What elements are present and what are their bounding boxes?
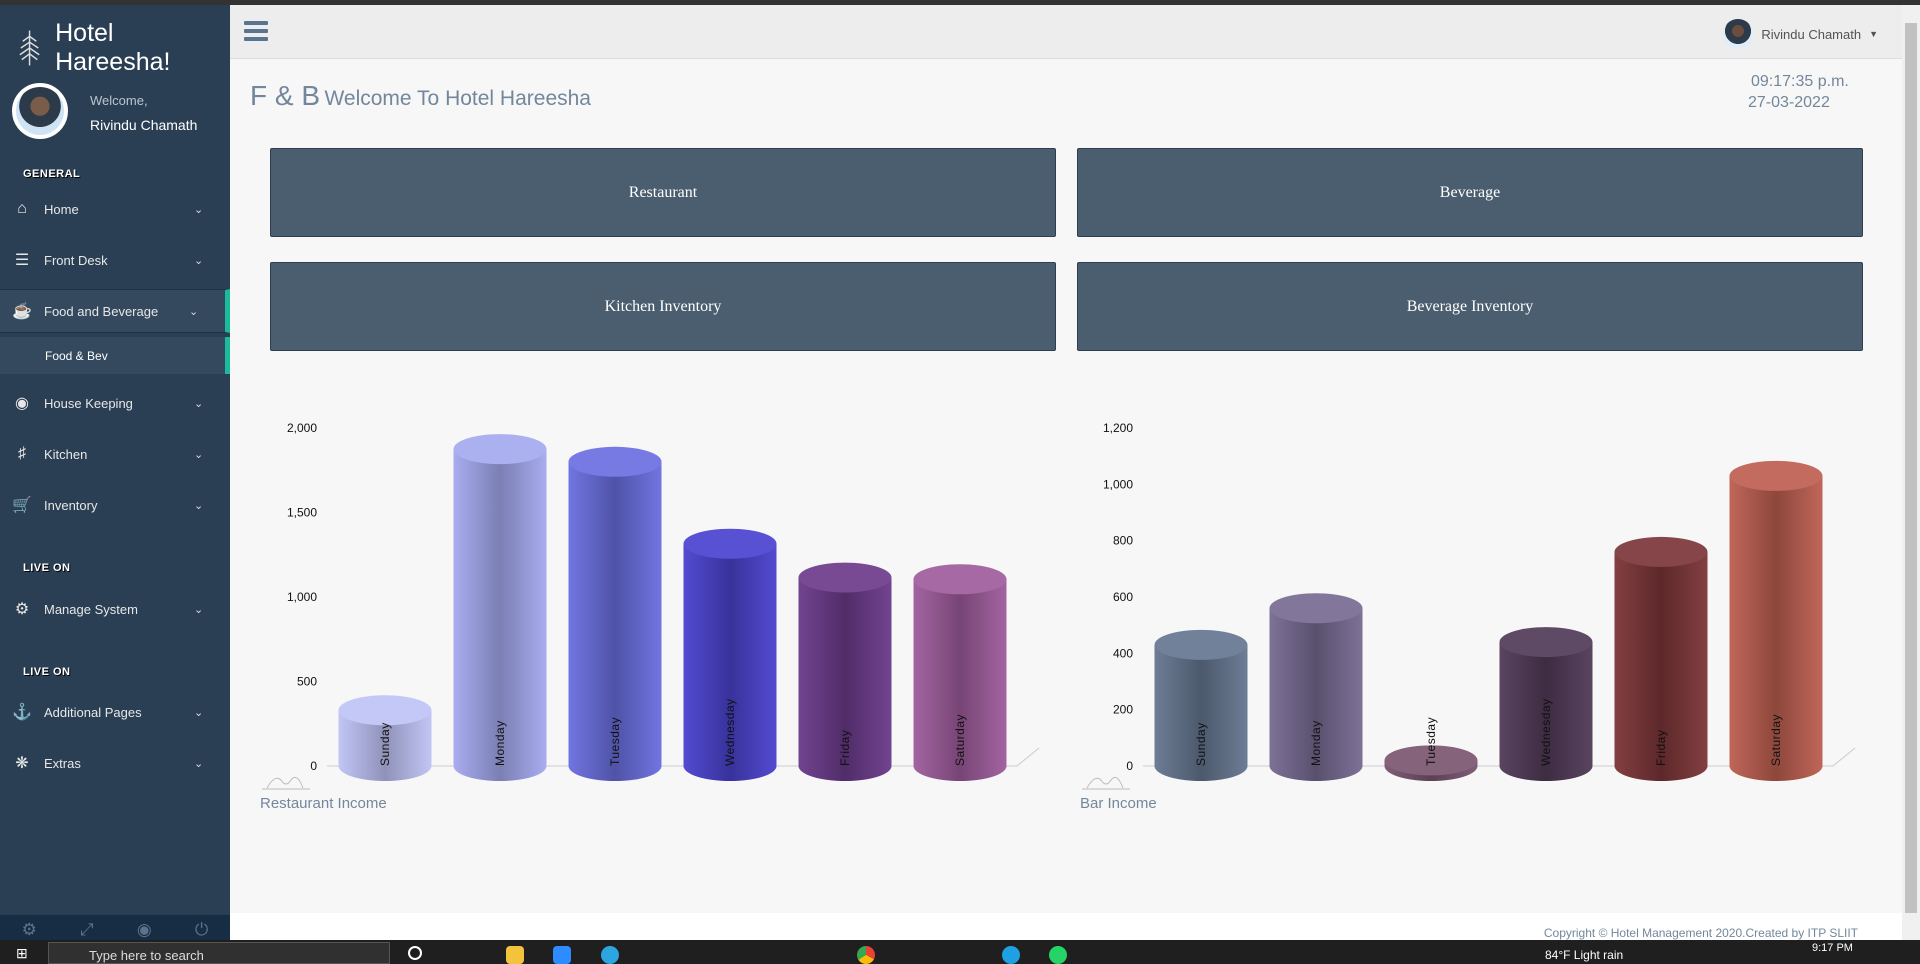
copyright-text: Copyright © Hotel Management 2020.Create… [1543, 926, 1858, 940]
y-tick-label: 2,000 [287, 421, 317, 435]
chart-title: Restaurant Income [260, 795, 387, 812]
bar-tuesday[interactable]: Tuesday [1384, 717, 1478, 781]
y-tick-label: 1,000 [287, 590, 317, 604]
bar-top [1269, 593, 1363, 624]
chart-0: 0 500 1,000 1,500 2,000 Sunday Monday Tuesday We… [260, 421, 1040, 812]
bar-sunday[interactable]: Sunday [1154, 629, 1248, 781]
charts: 0 500 1,000 1,500 2,000 Sunday Monday Tuesday We… [260, 421, 1856, 812]
taskbar-time[interactable]: 9:17 PM [1812, 942, 1853, 954]
file-explorer-icon[interactable] [506, 946, 524, 964]
y-tick-label: 1,200 [1103, 421, 1133, 435]
settings-icon[interactable]: ⚙ [22, 920, 37, 940]
x-category-label: Monday [493, 720, 507, 766]
y-tick-label: 200 [1113, 703, 1133, 717]
x-category-label: Wednesday [1539, 698, 1553, 766]
taskbar: ⊞ Type here to search 84°F Light rain 9:… [0, 940, 1920, 964]
bar-wednesday[interactable]: Wednesday [683, 528, 777, 781]
chart-logo-icon [262, 776, 310, 790]
bar-top [338, 695, 432, 726]
y-tick-label: 0 [1126, 759, 1133, 773]
scrollbar-thumb[interactable] [1905, 23, 1917, 913]
chart-1: 0 200 400 600 800 1,000 1,200 Sunday Monday Tuesd… [1080, 421, 1856, 812]
x-category-label: Tuesday [1424, 717, 1438, 766]
bar-top [453, 434, 547, 465]
bar-wednesday[interactable]: Wednesday [1499, 627, 1593, 781]
eye-slash-icon[interactable]: ◉ [137, 920, 152, 940]
x-category-label: Wednesday [723, 698, 737, 766]
y-tick-label: 500 [297, 675, 317, 689]
bar-tuesday[interactable]: Tuesday [568, 446, 662, 781]
x-category-label: Tuesday [608, 717, 622, 766]
x-category-label: Saturday [1769, 714, 1783, 766]
power-icon[interactable]: ⏻ [195, 920, 208, 940]
x-category-label: Friday [838, 730, 852, 766]
y-tick-label: 600 [1113, 590, 1133, 604]
bar-top [568, 446, 662, 477]
weather-text[interactable]: 84°F Light rain [1545, 948, 1623, 962]
windows-start-icon[interactable]: ⊞ [16, 945, 28, 962]
y-tick-label: 1,000 [1103, 477, 1133, 491]
y-tick-label: 0 [310, 759, 317, 773]
taskbar-search[interactable]: Type here to search [48, 942, 390, 964]
bar-sunday[interactable]: Sunday [338, 695, 432, 781]
x-category-label: Sunday [1194, 722, 1208, 766]
x-category-label: Friday [1654, 730, 1668, 766]
bar-top [1499, 627, 1593, 658]
chrome-icon[interactable] [857, 946, 875, 964]
bar-saturday[interactable]: Saturday [913, 564, 1007, 781]
bar-friday[interactable]: Friday [798, 562, 892, 781]
whatsapp-icon[interactable] [1049, 946, 1067, 964]
zoom-icon[interactable] [553, 946, 571, 964]
bar-top [683, 528, 777, 559]
bar-monday[interactable]: Monday [453, 434, 547, 781]
search-placeholder: Type here to search [89, 948, 204, 963]
x-category-label: Monday [1309, 720, 1323, 766]
bar-monday[interactable]: Monday [1269, 593, 1363, 781]
chart-title: Bar Income [1080, 795, 1157, 812]
footer: Copyright © Hotel Management 2020.Create… [230, 913, 1902, 940]
bar-top [1614, 536, 1708, 567]
y-tick-label: 400 [1113, 646, 1133, 660]
bar-top [1154, 629, 1248, 660]
cortana-icon[interactable] [408, 946, 422, 960]
y-tick-label: 1,500 [287, 506, 317, 520]
y-tick-label: 800 [1113, 534, 1133, 548]
x-category-label: Sunday [378, 722, 392, 766]
bar-top [1729, 460, 1823, 491]
bar-body [453, 449, 547, 766]
telegram-icon[interactable] [601, 946, 619, 964]
chart-logo-icon [1082, 776, 1130, 790]
bar-top [798, 562, 892, 593]
bar-top [913, 564, 1007, 595]
bar-friday[interactable]: Friday [1614, 536, 1708, 781]
fullscreen-icon[interactable]: ⤢ [80, 920, 94, 940]
bar-saturday[interactable]: Saturday [1729, 460, 1823, 781]
x-category-label: Saturday [953, 714, 967, 766]
scrollbar[interactable] [1902, 5, 1920, 940]
edge-icon[interactable] [1002, 946, 1020, 964]
